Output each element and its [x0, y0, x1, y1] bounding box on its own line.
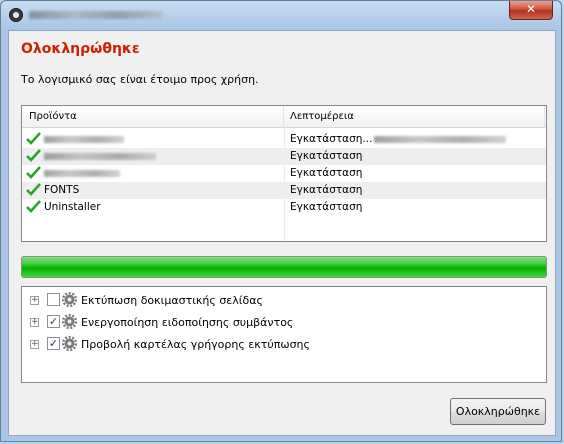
- check-icon: [26, 166, 41, 179]
- product-name: Uninstaller: [44, 201, 101, 213]
- dialog-body: Ολοκληρώθηκε Το λογισμικό σας είναι έτοι…: [8, 30, 556, 436]
- expand-icon[interactable]: +: [30, 340, 39, 349]
- title-bar: ✕: [1, 1, 561, 29]
- checkbox-test-page[interactable]: [47, 293, 60, 306]
- table-row[interactable]: Εγκατάσταση...: [22, 131, 546, 148]
- progress-fill: [22, 257, 546, 277]
- installer-window: ✕ Ολοκληρώθηκε Το λογισμικό σας είναι έτ…: [0, 0, 562, 442]
- gear-icon: [62, 292, 77, 307]
- products-list[interactable]: Προϊόντα Λεπτομέρεια Εγκατάσταση... Εγκα…: [21, 105, 547, 242]
- app-icon: [9, 8, 23, 22]
- product-name-redacted: [44, 167, 120, 179]
- page-subtitle: Το λογισμικό σας είναι έτοιμο προς χρήση…: [21, 73, 259, 86]
- options-tree: + Εκτύπωση δοκιμαστικής σελίδας + ✓ Ενερ…: [21, 286, 547, 383]
- checkbox-quick-print[interactable]: ✓: [47, 337, 60, 350]
- table-row[interactable]: Uninstaller Εγκατάσταση: [22, 199, 546, 216]
- finish-button[interactable]: Ολοκληρώθηκε: [450, 398, 546, 425]
- product-name-redacted: [44, 150, 156, 162]
- option-row-test-page[interactable]: + Εκτύπωση δοκιμαστικής σελίδας: [22, 291, 546, 311]
- page-title: Ολοκληρώθηκε: [21, 41, 140, 57]
- check-icon: [26, 132, 41, 145]
- check-icon: [26, 183, 41, 196]
- list-header: Προϊόντα Λεπτομέρεια: [22, 106, 546, 128]
- checkbox-event-notification[interactable]: ✓: [47, 315, 60, 328]
- option-label: Εκτύπωση δοκιμαστικής σελίδας: [81, 294, 263, 307]
- column-divider[interactable]: [283, 106, 284, 128]
- detail-cell: Εγκατάσταση...: [290, 133, 507, 145]
- option-row-quick-print[interactable]: + ✓ Προβολή καρτέλας γρήγορης εκτύπωσης: [22, 335, 546, 355]
- option-row-event-notification[interactable]: + ✓ Ενεργοποίηση ειδοποίησης συμβάντος: [22, 313, 546, 333]
- check-icon: [26, 149, 41, 162]
- column-header-products[interactable]: Προϊόντα: [29, 111, 77, 122]
- table-row[interactable]: Εγκατάσταση: [22, 165, 546, 182]
- check-icon: [26, 200, 41, 213]
- column-header-details[interactable]: Λεπτομέρεια: [290, 111, 354, 122]
- detail-cell: Εγκατάσταση: [290, 184, 363, 196]
- window-title-redacted: [29, 11, 163, 19]
- close-button[interactable]: ✕: [509, 1, 553, 20]
- column-divider[interactable]: [544, 106, 545, 128]
- progress-bar: [21, 256, 547, 278]
- expand-icon[interactable]: +: [30, 296, 39, 305]
- option-label: Προβολή καρτέλας γρήγορης εκτύπωσης: [81, 338, 310, 351]
- gear-icon: [62, 314, 77, 329]
- gear-icon: [62, 336, 77, 351]
- expand-icon[interactable]: +: [30, 318, 39, 327]
- option-label: Ενεργοποίηση ειδοποίησης συμβάντος: [81, 316, 294, 329]
- product-name: FONTS: [44, 184, 80, 196]
- detail-cell: Εγκατάσταση: [290, 150, 363, 162]
- product-name-redacted: [44, 133, 124, 145]
- table-row[interactable]: Εγκατάσταση: [22, 148, 546, 165]
- table-row[interactable]: FONTS Εγκατάσταση: [22, 182, 546, 199]
- detail-cell: Εγκατάσταση: [290, 201, 363, 213]
- detail-cell: Εγκατάσταση: [290, 167, 363, 179]
